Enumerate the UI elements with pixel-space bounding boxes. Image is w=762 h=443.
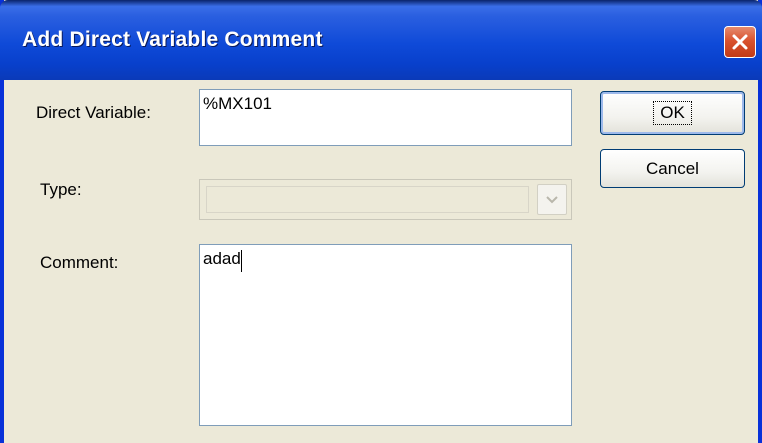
- cancel-button-label: Cancel: [646, 158, 699, 178]
- cancel-button[interactable]: Cancel: [600, 149, 745, 188]
- type-dropdown[interactable]: [199, 179, 572, 220]
- close-icon: [732, 34, 748, 50]
- type-label: Type:: [40, 180, 82, 199]
- ok-button-label: OK: [653, 101, 692, 125]
- chevron-down-icon: [546, 195, 558, 203]
- comment-value: adad: [203, 249, 241, 268]
- text-caret: [240, 250, 242, 272]
- direct-variable-label: Direct Variable:: [36, 103, 151, 122]
- dialog-window: Add Direct Variable Comment Direct Varia…: [0, 0, 762, 443]
- type-dropdown-value: [206, 186, 529, 213]
- comment-textarea[interactable]: adad: [199, 244, 572, 426]
- window-title: Add Direct Variable Comment: [22, 28, 323, 51]
- type-dropdown-arrow[interactable]: [537, 184, 567, 215]
- comment-label: Comment:: [40, 253, 119, 272]
- direct-variable-input[interactable]: %MX101: [199, 89, 572, 146]
- title-bar[interactable]: Add Direct Variable Comment: [0, 0, 762, 80]
- close-button[interactable]: [724, 26, 756, 58]
- direct-variable-value: %MX101: [203, 94, 272, 113]
- ok-button[interactable]: OK: [600, 91, 745, 135]
